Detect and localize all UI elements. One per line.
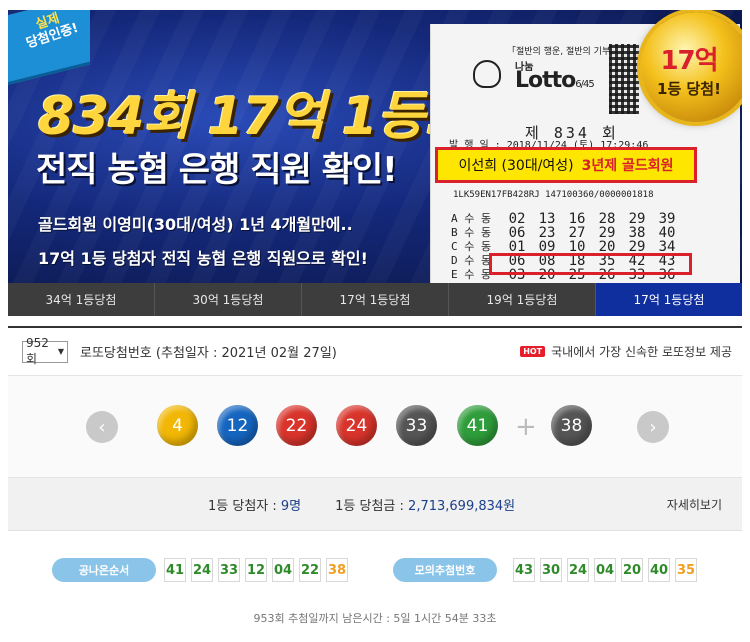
chevron-down-icon: ▼ (57, 347, 64, 356)
hot-notice: HOT 국내에서 가장 신속한 로또정보 제공 (520, 343, 732, 360)
winning-ball: 4 (157, 405, 198, 446)
ticket-number: 28 (598, 211, 616, 227)
ball-order-button[interactable]: 공나온순서 (52, 558, 156, 582)
tab-3[interactable]: 17억 1등당첨 (302, 283, 449, 316)
number-order-panel: 공나온순서 모의추첨번호 953회 추첨일까지 남은시간 : 5일 1시간 54… (8, 531, 742, 642)
ticket-row-label: B 수 동 (451, 226, 492, 239)
first-prize-winners: 1등 당첨자 : 9명 (208, 495, 301, 514)
winning-numbers-panel: ‹ + › 4 12 22 24 33 41 38 (8, 375, 742, 478)
prev-round-button[interactable]: ‹ (86, 411, 118, 443)
tab-2[interactable]: 30억 1등당첨 (155, 283, 302, 316)
draw-header: 952회 ▼ 로또당첨번호 (추첨일자 : 2021년 02월 27일) HOT… (8, 326, 742, 375)
plus-icon: + (515, 412, 537, 442)
ticket-slogan: 「절반의 행운, 절반의 기부」 (507, 47, 620, 57)
medal-amount: 17억 (660, 46, 718, 76)
winners-value: 9명 (280, 498, 302, 514)
order-number: 24 (191, 558, 213, 582)
ticket-number: 23 (538, 225, 556, 241)
ticket-logo-text: Lotto (515, 68, 576, 93)
draw-title: 로또당첨번호 (추첨일자 : 2021년 02월 27일) (80, 342, 337, 361)
prize-label: 1등 당첨금 : (335, 498, 404, 514)
banner-subhead: 전직 농협 은행 직원 확인! (36, 150, 398, 190)
tab-4[interactable]: 19억 1등당첨 (449, 283, 596, 316)
medal-subtitle: 1등 당첨! (657, 80, 721, 98)
winner-tabs: 34억 1등당첨 30억 1등당첨 17억 1등당첨 19억 1등당첨 17억 1등당첨 (8, 283, 742, 316)
simulation-button[interactable]: 모의추첨번호 (393, 558, 497, 582)
hot-notice-text: 국내에서 가장 신속한 로또정보 제공 (551, 345, 732, 359)
ticket-number: 39 (658, 211, 676, 227)
hot-badge: HOT (520, 346, 546, 357)
next-round-button[interactable]: › (637, 411, 669, 443)
sim-number: 40 (648, 558, 670, 582)
winning-ball: 33 (396, 405, 437, 446)
sim-number: 24 (567, 558, 589, 582)
winner-grade: 3년제 골드회원 (581, 158, 674, 174)
ticket-logo: Lotto6/45 (515, 68, 595, 93)
ticket-number: 29 (628, 211, 646, 227)
ticket-number: 09 (538, 239, 556, 255)
sim-number-bonus: 35 (675, 558, 697, 582)
banner-headline: 834회 17억 1등! (38, 87, 448, 147)
order-number: 04 (272, 558, 294, 582)
order-number: 33 (218, 558, 240, 582)
ticket-serial: 1LK59EN17FB428RJ 147100360/0000001818 (453, 190, 654, 200)
sim-number: 30 (540, 558, 562, 582)
ticket-number: 40 (658, 225, 676, 241)
prize-medal: 17억 1등 당첨! (641, 12, 742, 122)
first-prize-amount: 1등 당첨금 : 2,713,699,834원 (335, 495, 515, 514)
sim-number: 20 (621, 558, 643, 582)
ticket-number: 34 (658, 239, 676, 255)
winning-ball: 24 (336, 405, 377, 446)
ticket-row: C 수 동 01 09 10 20 29 34 (451, 240, 679, 254)
winning-ball: 12 (217, 405, 258, 446)
ticket-row: A 수 동 02 13 16 28 29 39 (451, 212, 679, 226)
ticket-number: 13 (538, 211, 556, 227)
winner-info-box: 이선희 (30대/여성) 3년제 골드회원 (435, 147, 697, 183)
draw-date: (추첨일자 : 2021년 02월 27일) (155, 346, 337, 361)
ticket-number: 29 (628, 239, 646, 255)
ticket-row: B 수 동 06 23 27 29 38 40 (451, 226, 679, 240)
order-number: 41 (164, 558, 186, 582)
ticket-number: 02 (508, 211, 526, 227)
order-number-bonus: 38 (326, 558, 348, 582)
winner-name: 이선희 (30대/여성) (458, 158, 574, 174)
lucky-bag-icon (473, 60, 501, 88)
sim-number: 04 (594, 558, 616, 582)
round-select[interactable]: 952회 ▼ (22, 336, 68, 366)
tab-5[interactable]: 17억 1등당첨 (596, 283, 742, 316)
bonus-ball: 38 (551, 405, 592, 446)
ticket-number: 20 (598, 239, 616, 255)
winning-ball: 22 (276, 405, 317, 446)
banner-description-1: 골드회원 이영미(30대/여성) 1년 4개월만에.. (38, 215, 353, 234)
winners-label: 1등 당첨자 : (208, 498, 277, 514)
banner-description-2: 17억 1등 당첨자 전직 농협 은행 직원으로 확인! (38, 249, 368, 268)
prize-value: 2,713,699,834원 (408, 498, 516, 514)
qr-code-icon (609, 44, 639, 114)
prize-stats: 1등 당첨자 : 9명 1등 당첨금 : 2,713,699,834원 자세히보… (8, 478, 742, 531)
order-number: 22 (299, 558, 321, 582)
tab-1[interactable]: 34억 1등당첨 (8, 283, 155, 316)
next-draw-countdown: 953회 추첨일까지 남은시간 : 5일 1시간 54분 33초 (253, 612, 497, 625)
ticket-number: 27 (568, 225, 586, 241)
winning-ball: 41 (457, 405, 498, 446)
ticket-row-label: C 수 동 (451, 240, 492, 253)
ticket-number: 29 (598, 225, 616, 241)
draw-title-label: 로또당첨번호 (80, 346, 152, 361)
order-number: 12 (245, 558, 267, 582)
round-select-value: 952회 (26, 336, 49, 366)
ticket-number: 38 (628, 225, 646, 241)
ticket-number: 10 (568, 239, 586, 255)
ticket-number: 01 (508, 239, 526, 255)
ticket-row-label: A 수 동 (451, 212, 492, 225)
winning-row-highlight (489, 253, 692, 275)
ticket-number: 16 (568, 211, 586, 227)
promo-banner[interactable]: 실제 당첨인증! 834회 17억 1등! 전직 농협 은행 직원 확인! 골드… (8, 10, 742, 284)
sim-number: 43 (513, 558, 535, 582)
details-link[interactable]: 자세히보기 (667, 496, 722, 513)
ticket-number: 06 (508, 225, 526, 241)
ticket-logo-suffix: 6/45 (575, 79, 594, 90)
